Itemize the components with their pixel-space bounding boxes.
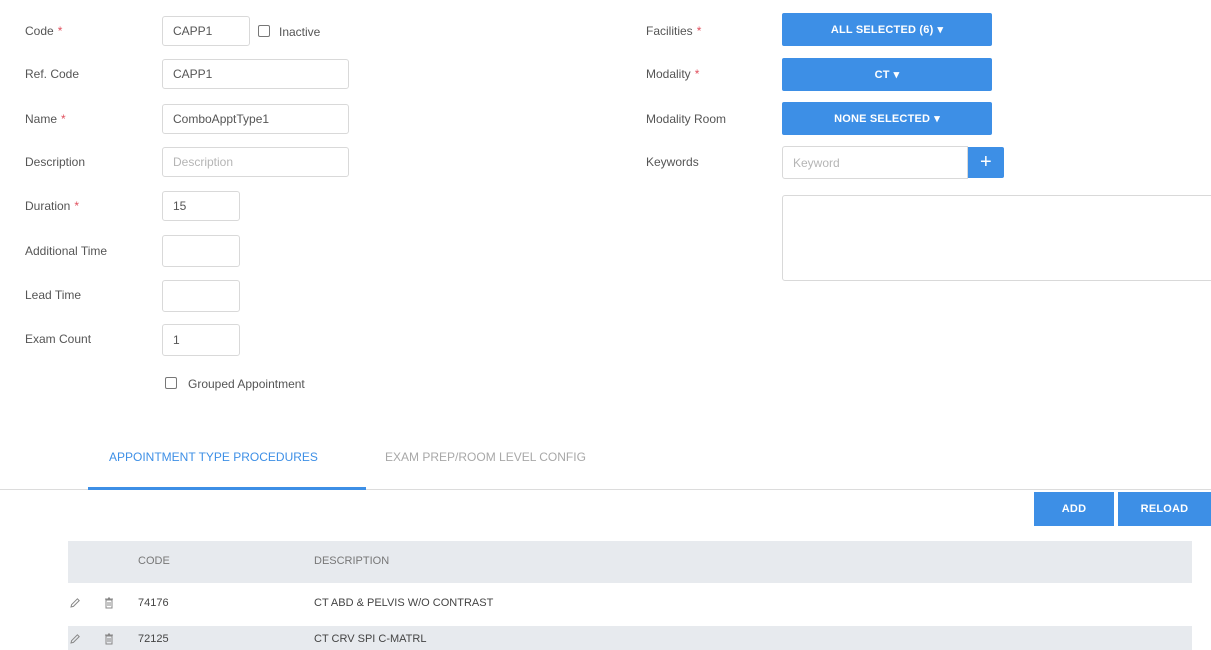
table-row[interactable]: 74176 CT ABD & PELVIS W/O CONTRAST [68, 589, 1192, 619]
code-label: Code * [25, 24, 63, 38]
caret-down-icon: ▾ [937, 24, 944, 36]
grouped-appointment-label: Grouped Appointment [188, 377, 305, 391]
refcode-input[interactable] [162, 59, 349, 89]
code-input[interactable] [162, 16, 250, 46]
column-header-description[interactable]: DESCRIPTION [314, 555, 389, 567]
name-label: Name * [25, 112, 66, 126]
description-label: Description [25, 155, 86, 169]
add-button[interactable]: ADD [1034, 492, 1114, 526]
delete-trash-icon[interactable] [102, 595, 116, 611]
refcode-label: Ref. Code [25, 67, 80, 81]
lead-time-input[interactable] [162, 280, 240, 312]
add-keyword-button[interactable]: + [968, 147, 1004, 178]
exam-count-input[interactable] [162, 324, 240, 356]
row-description: CT CRV SPI C-MATRL [314, 633, 427, 645]
edit-pencil-icon[interactable] [68, 631, 82, 647]
delete-trash-icon[interactable] [102, 631, 116, 647]
modality-dropdown-text: CT [874, 68, 890, 81]
modality-room-label: Modality Room [646, 112, 727, 126]
keyword-input[interactable] [782, 146, 968, 179]
modality-room-dropdown-button[interactable]: NONE SELECTED ▾ [782, 102, 992, 135]
edit-pencil-icon[interactable] [68, 595, 82, 611]
table-header: CODE DESCRIPTION [68, 541, 1192, 583]
additional-time-input[interactable] [162, 235, 240, 267]
grouped-appointment-checkbox[interactable] [165, 377, 177, 389]
keywords-label: Keywords [646, 155, 699, 169]
tab-appointment-type-procedures[interactable]: APPOINTMENT TYPE PROCEDURES [109, 450, 318, 464]
active-tab-indicator [88, 487, 366, 490]
name-input[interactable] [162, 104, 349, 134]
facilities-label: Facilities * [646, 24, 702, 38]
facilities-dropdown-text: ALL SELECTED (6) [830, 23, 934, 36]
duration-input[interactable] [162, 191, 240, 221]
exam-count-label: Exam Count [25, 332, 92, 346]
row-code: 74176 [138, 597, 169, 609]
column-header-code[interactable]: CODE [138, 555, 170, 567]
keywords-list-box[interactable] [782, 195, 1211, 281]
modality-dropdown-button[interactable]: CT ▾ [782, 58, 992, 91]
description-input[interactable] [162, 147, 349, 177]
lead-time-label: Lead Time [25, 288, 82, 302]
caret-down-icon: ▾ [934, 113, 940, 125]
inactive-label: Inactive [279, 25, 321, 39]
inactive-checkbox[interactable] [258, 25, 270, 37]
modality-label: Modality * [646, 67, 700, 81]
duration-label: Duration * [25, 199, 80, 213]
additional-time-label: Additional Time [25, 244, 108, 258]
plus-icon: + [980, 151, 992, 173]
caret-down-icon: ▾ [893, 69, 900, 81]
facilities-dropdown-button[interactable]: ALL SELECTED (6) ▾ [782, 13, 992, 46]
row-description: CT ABD & PELVIS W/O CONTRAST [314, 597, 494, 609]
modality-room-dropdown-text: NONE SELECTED [834, 112, 931, 125]
tab-exam-prep-room-level-config[interactable]: EXAM PREP/ROOM LEVEL CONFIG [385, 450, 586, 464]
table-row[interactable]: 72125 CT CRV SPI C-MATRL [68, 626, 1192, 650]
reload-button[interactable]: RELOAD [1118, 492, 1211, 526]
row-code: 72125 [138, 633, 169, 645]
